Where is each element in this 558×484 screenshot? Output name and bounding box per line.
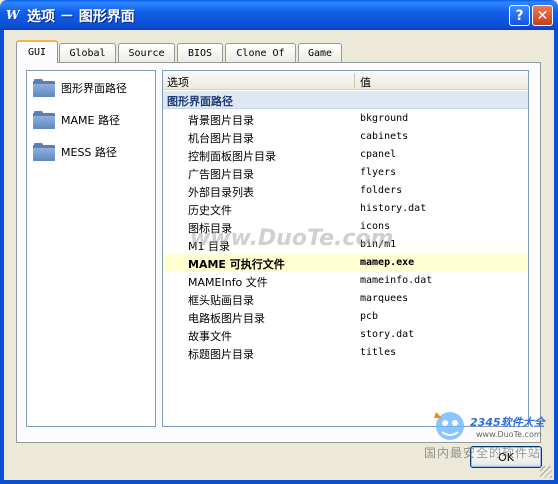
row-value: pcb — [360, 311, 379, 322]
table-row[interactable]: 图标目录 icons — [163, 218, 528, 236]
row-value: mameinfo.dat — [360, 275, 433, 286]
folder-icon — [33, 143, 55, 161]
row-value: marquees — [360, 293, 409, 304]
category-item-mess-paths[interactable]: MESS 路径 — [27, 141, 155, 165]
watermark-brand: 2345软件大全 — [470, 416, 545, 429]
row-value: cpanel — [360, 149, 397, 160]
row-key: MAMEInfo 文件 — [188, 276, 268, 289]
row-key: M1 目录 — [188, 240, 230, 253]
row-key: 历史文件 — [188, 204, 232, 217]
table-row[interactable]: MAMEInfo 文件 mameinfo.dat — [163, 272, 528, 290]
row-value: icons — [360, 221, 391, 232]
group-header[interactable]: 图形界面路径 — [163, 91, 528, 109]
group-label: 图形界面路径 — [167, 95, 233, 108]
tab-gui[interactable]: GUI — [16, 40, 58, 63]
row-key: 机台图片目录 — [188, 132, 254, 145]
category-item-gui-paths[interactable]: 图形界面路径 — [27, 77, 155, 101]
window-frame-bottom — [0, 480, 558, 484]
row-value: mamep.exe — [360, 257, 415, 268]
window-frame-right — [554, 30, 558, 484]
folder-icon — [33, 111, 55, 129]
row-value: bin/m1 — [360, 239, 397, 250]
column-header-option[interactable]: 选项 — [167, 74, 189, 90]
tab-game[interactable]: Game — [298, 43, 342, 62]
row-key: 背景图片目录 — [188, 114, 254, 127]
tab-global[interactable]: Global — [59, 43, 116, 62]
watermark-brand-url: www.DuoTe.com — [476, 430, 542, 439]
row-value: cabinets — [360, 131, 409, 142]
table-header: 选项 值 — [163, 71, 528, 90]
help-button[interactable]: ? — [509, 5, 530, 26]
table-row[interactable]: 背景图片目录 bkground — [163, 110, 528, 128]
watermark-logo-icon — [434, 412, 464, 440]
table-row[interactable]: 外部目录列表 folders — [163, 182, 528, 200]
tab-clone-of[interactable]: Clone Of — [225, 43, 296, 62]
table-row-selected[interactable]: MAME 可执行文件 mamep.exe — [163, 254, 528, 272]
table-row[interactable]: 广告图片目录 flyers — [163, 164, 528, 182]
close-button[interactable]: ✕ — [532, 5, 553, 26]
help-icon: ? — [515, 7, 524, 24]
category-label: MESS 路径 — [61, 146, 117, 159]
category-item-mame-paths[interactable]: MAME 路径 — [27, 109, 155, 133]
row-key: 外部目录列表 — [188, 186, 254, 199]
row-value: flyers — [360, 167, 397, 178]
close-icon: ✕ — [536, 7, 549, 24]
row-value: titles — [360, 347, 397, 358]
row-key: 电路板图片目录 — [188, 312, 265, 325]
row-value: history.dat — [360, 203, 427, 214]
folder-icon — [33, 79, 55, 97]
row-key: MAME 可执行文件 — [188, 258, 285, 271]
tab-bios[interactable]: BIOS — [177, 43, 223, 62]
tab-source[interactable]: Source — [118, 43, 175, 62]
row-key: 图标目录 — [188, 222, 232, 235]
category-label: 图形界面路径 — [61, 82, 127, 95]
app-logo-icon: W — [6, 8, 19, 22]
table-row[interactable]: 故事文件 story.dat — [163, 326, 528, 344]
column-divider[interactable] — [354, 73, 355, 88]
title-bar: W 选项 － 图形界面 ? ✕ — [0, 0, 558, 30]
column-header-value[interactable]: 值 — [360, 74, 371, 90]
category-list[interactable]: 图形界面路径 MAME 路径 MESS 路径 — [26, 70, 156, 427]
category-label: MAME 路径 — [61, 114, 120, 127]
table-row[interactable]: 电路板图片目录 pcb — [163, 308, 528, 326]
table-row[interactable]: M1 目录 bin/m1 — [163, 236, 528, 254]
row-key: 广告图片目录 — [188, 168, 254, 181]
row-key: 框头贴画目录 — [188, 294, 254, 307]
row-key: 标题图片目录 — [188, 348, 254, 361]
table-row[interactable]: 机台图片目录 cabinets — [163, 128, 528, 146]
table-row[interactable]: 标题图片目录 titles — [163, 344, 528, 362]
options-table[interactable]: 选项 值 图形界面路径 背景图片目录 bkground 机台图片目录 cabin… — [162, 70, 529, 427]
table-row[interactable]: 框头贴画目录 marquees — [163, 290, 528, 308]
row-value: bkground — [360, 113, 409, 124]
row-key: 故事文件 — [188, 330, 232, 343]
watermark-slogan: 国内最安全的软件站 — [424, 446, 542, 460]
resize-grip-icon[interactable] — [540, 466, 552, 478]
window-title: 选项 － 图形界面 — [27, 9, 135, 25]
row-value: folders — [360, 185, 403, 196]
row-key: 控制面板图片目录 — [188, 150, 276, 163]
row-value: story.dat — [360, 329, 415, 340]
window-frame-left — [0, 30, 4, 484]
table-row[interactable]: 历史文件 history.dat — [163, 200, 528, 218]
table-row[interactable]: 控制面板图片目录 cpanel — [163, 146, 528, 164]
